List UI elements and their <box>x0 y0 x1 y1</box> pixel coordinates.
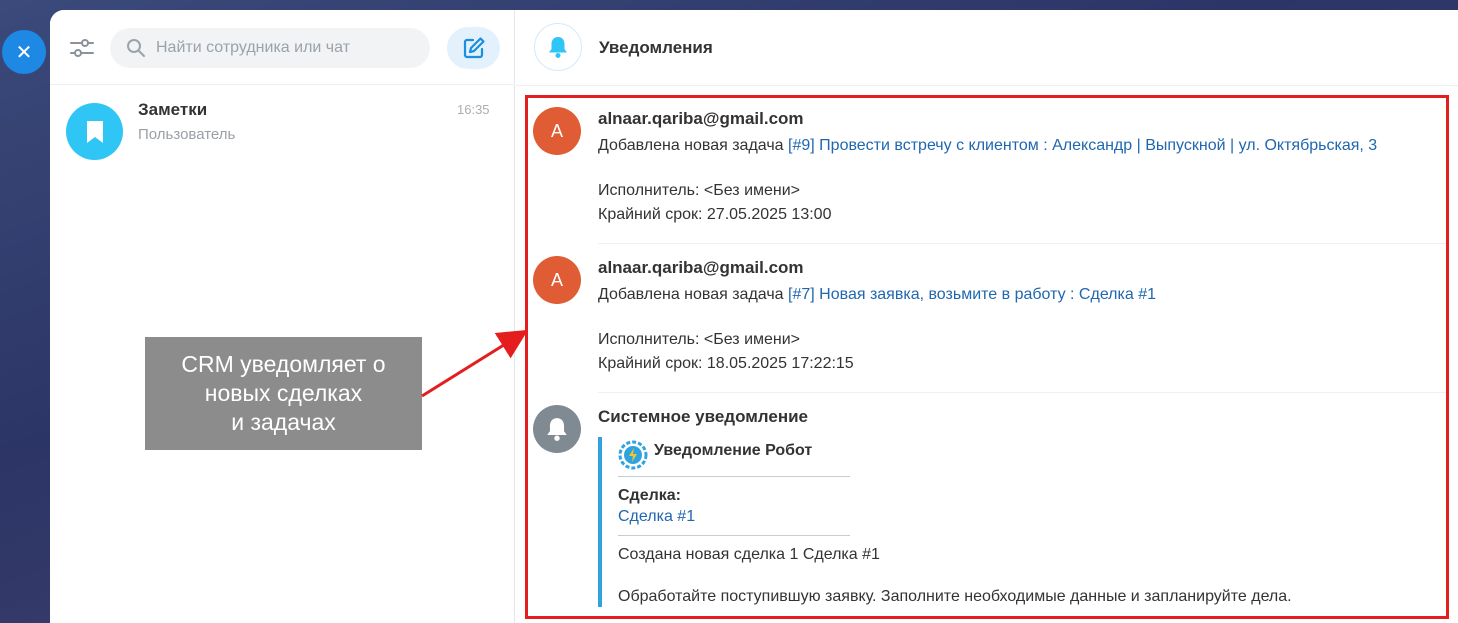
arrow-icon <box>421 329 529 398</box>
